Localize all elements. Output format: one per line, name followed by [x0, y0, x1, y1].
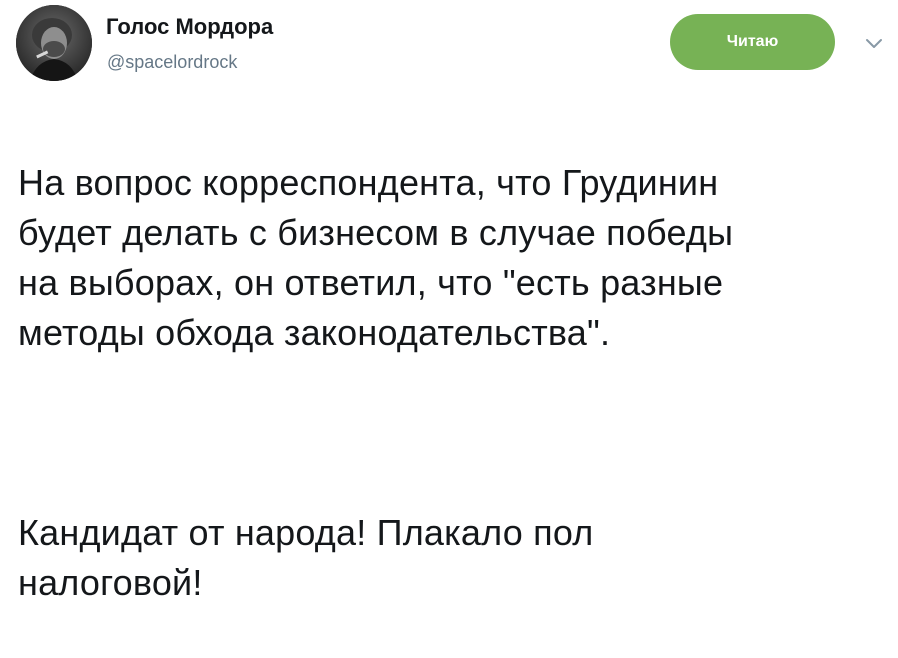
- tweet-paragraph: Кандидат от народа! Плакало пол налогово…: [18, 512, 594, 603]
- display-name[interactable]: Голос Мордора: [106, 14, 273, 40]
- tweet-card: Голос Мордора @spacelordrock Читаю На во…: [0, 0, 898, 603]
- more-options-button[interactable]: [862, 34, 886, 52]
- chevron-down-icon: [866, 39, 882, 48]
- tweet-paragraph: На вопрос корреспондента, что Грудинин б…: [18, 162, 734, 353]
- user-avatar-icon: [16, 5, 92, 81]
- user-handle[interactable]: @spacelordrock: [107, 52, 237, 73]
- avatar[interactable]: [16, 5, 92, 81]
- following-button[interactable]: Читаю: [670, 14, 835, 70]
- tweet-text: На вопрос корреспондента, что Грудинин б…: [18, 108, 888, 658]
